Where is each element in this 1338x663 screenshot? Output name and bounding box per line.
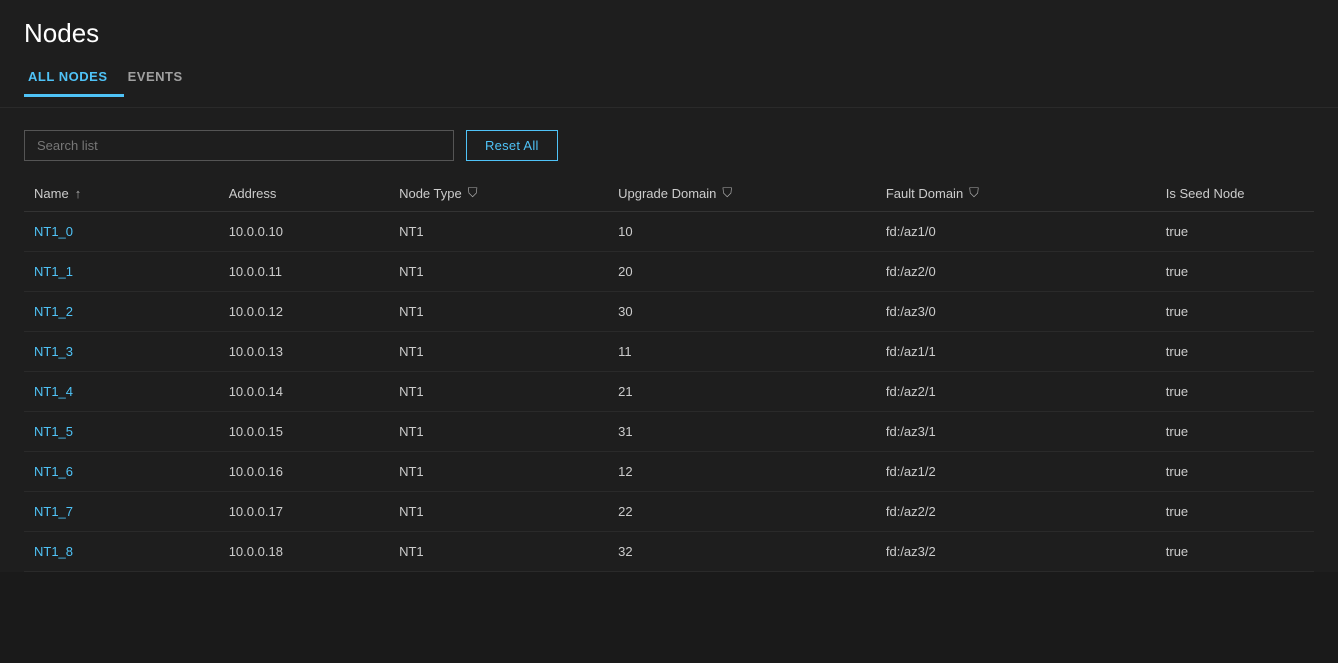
tab-all-nodes[interactable]: ALL NODES: [24, 63, 124, 97]
col-header-name: Name ↑: [24, 173, 219, 212]
cell-faultdomain: fd:/az1/1: [876, 332, 1156, 372]
cell-faultdomain: fd:/az2/1: [876, 372, 1156, 412]
table-row: NT1_510.0.0.15NT131fd:/az3/1true: [24, 412, 1314, 452]
tab-events[interactable]: EVENTS: [124, 63, 199, 97]
cell-isseednode: true: [1156, 252, 1314, 292]
col-upgradedomain-label: Upgrade Domain: [618, 186, 716, 201]
table-row: NT1_010.0.0.10NT110fd:/az1/0true: [24, 212, 1314, 252]
cell-address: 10.0.0.13: [219, 332, 389, 372]
cell-name[interactable]: NT1_2: [24, 292, 219, 332]
cell-faultdomain: fd:/az1/0: [876, 212, 1156, 252]
cell-isseednode: true: [1156, 412, 1314, 452]
cell-isseednode: true: [1156, 292, 1314, 332]
cell-name[interactable]: NT1_8: [24, 532, 219, 572]
table-row: NT1_710.0.0.17NT122fd:/az2/2true: [24, 492, 1314, 532]
table-row: NT1_610.0.0.16NT112fd:/az1/2true: [24, 452, 1314, 492]
cell-nodetype: NT1: [389, 532, 608, 572]
sort-asc-icon[interactable]: ↑: [75, 186, 82, 201]
table-row: NT1_810.0.0.18NT132fd:/az3/2true: [24, 532, 1314, 572]
cell-name[interactable]: NT1_1: [24, 252, 219, 292]
cell-faultdomain: fd:/az2/2: [876, 492, 1156, 532]
cell-nodetype: NT1: [389, 492, 608, 532]
cell-name[interactable]: NT1_5: [24, 412, 219, 452]
table-row: NT1_410.0.0.14NT121fd:/az2/1true: [24, 372, 1314, 412]
cell-nodetype: NT1: [389, 252, 608, 292]
cell-name[interactable]: NT1_0: [24, 212, 219, 252]
faultdomain-filter-icon[interactable]: ⛉: [969, 185, 979, 201]
nodes-table: Name ↑ Address Node Type ⛉ Upgrade Domai…: [24, 173, 1314, 572]
cell-address: 10.0.0.12: [219, 292, 389, 332]
table-wrap: Name ↑ Address Node Type ⛉ Upgrade Domai…: [0, 173, 1338, 572]
toolbar: Reset All: [0, 108, 1338, 173]
col-header-upgradedomain: Upgrade Domain ⛉: [608, 173, 876, 212]
table-header-row: Name ↑ Address Node Type ⛉ Upgrade Domai…: [24, 173, 1314, 212]
cell-nodetype: NT1: [389, 452, 608, 492]
cell-upgradedomain: 21: [608, 372, 876, 412]
reset-all-button[interactable]: Reset All: [466, 130, 558, 161]
cell-isseednode: true: [1156, 212, 1314, 252]
cell-nodetype: NT1: [389, 412, 608, 452]
cell-isseednode: true: [1156, 452, 1314, 492]
table-row: NT1_110.0.0.11NT120fd:/az2/0true: [24, 252, 1314, 292]
page-header: Nodes ALL NODES EVENTS: [0, 0, 1338, 108]
cell-faultdomain: fd:/az1/2: [876, 452, 1156, 492]
cell-upgradedomain: 32: [608, 532, 876, 572]
page-title: Nodes: [24, 18, 1314, 49]
cell-address: 10.0.0.10: [219, 212, 389, 252]
upgradedomain-filter-icon[interactable]: ⛉: [722, 185, 732, 201]
cell-isseednode: true: [1156, 492, 1314, 532]
cell-address: 10.0.0.18: [219, 532, 389, 572]
cell-upgradedomain: 30: [608, 292, 876, 332]
col-header-nodetype: Node Type ⛉: [389, 173, 608, 212]
cell-address: 10.0.0.15: [219, 412, 389, 452]
cell-faultdomain: fd:/az3/2: [876, 532, 1156, 572]
cell-upgradedomain: 20: [608, 252, 876, 292]
cell-isseednode: true: [1156, 372, 1314, 412]
cell-upgradedomain: 22: [608, 492, 876, 532]
cell-upgradedomain: 31: [608, 412, 876, 452]
col-faultdomain-label: Fault Domain: [886, 186, 963, 201]
col-address-label: Address: [229, 186, 277, 201]
col-nodetype-label: Node Type: [399, 186, 462, 201]
cell-upgradedomain: 11: [608, 332, 876, 372]
cell-address: 10.0.0.11: [219, 252, 389, 292]
col-isseednode-label: Is Seed Node: [1166, 186, 1245, 201]
cell-upgradedomain: 12: [608, 452, 876, 492]
cell-address: 10.0.0.17: [219, 492, 389, 532]
cell-upgradedomain: 10: [608, 212, 876, 252]
cell-name[interactable]: NT1_4: [24, 372, 219, 412]
col-header-address: Address: [219, 173, 389, 212]
cell-name[interactable]: NT1_6: [24, 452, 219, 492]
cell-name[interactable]: NT1_3: [24, 332, 219, 372]
cell-faultdomain: fd:/az3/0: [876, 292, 1156, 332]
cell-address: 10.0.0.16: [219, 452, 389, 492]
col-header-isseednode: Is Seed Node: [1156, 173, 1314, 212]
table-row: NT1_210.0.0.12NT130fd:/az3/0true: [24, 292, 1314, 332]
cell-faultdomain: fd:/az3/1: [876, 412, 1156, 452]
cell-address: 10.0.0.14: [219, 372, 389, 412]
cell-isseednode: true: [1156, 532, 1314, 572]
col-name-label: Name: [34, 186, 69, 201]
search-input[interactable]: [24, 130, 454, 161]
table-row: NT1_310.0.0.13NT111fd:/az1/1true: [24, 332, 1314, 372]
cell-name[interactable]: NT1_7: [24, 492, 219, 532]
cell-nodetype: NT1: [389, 292, 608, 332]
cell-nodetype: NT1: [389, 212, 608, 252]
nodetype-filter-icon[interactable]: ⛉: [468, 185, 478, 201]
tabs: ALL NODES EVENTS: [24, 63, 1314, 97]
cell-nodetype: NT1: [389, 332, 608, 372]
cell-nodetype: NT1: [389, 372, 608, 412]
cell-isseednode: true: [1156, 332, 1314, 372]
cell-faultdomain: fd:/az2/0: [876, 252, 1156, 292]
col-header-faultdomain: Fault Domain ⛉: [876, 173, 1156, 212]
